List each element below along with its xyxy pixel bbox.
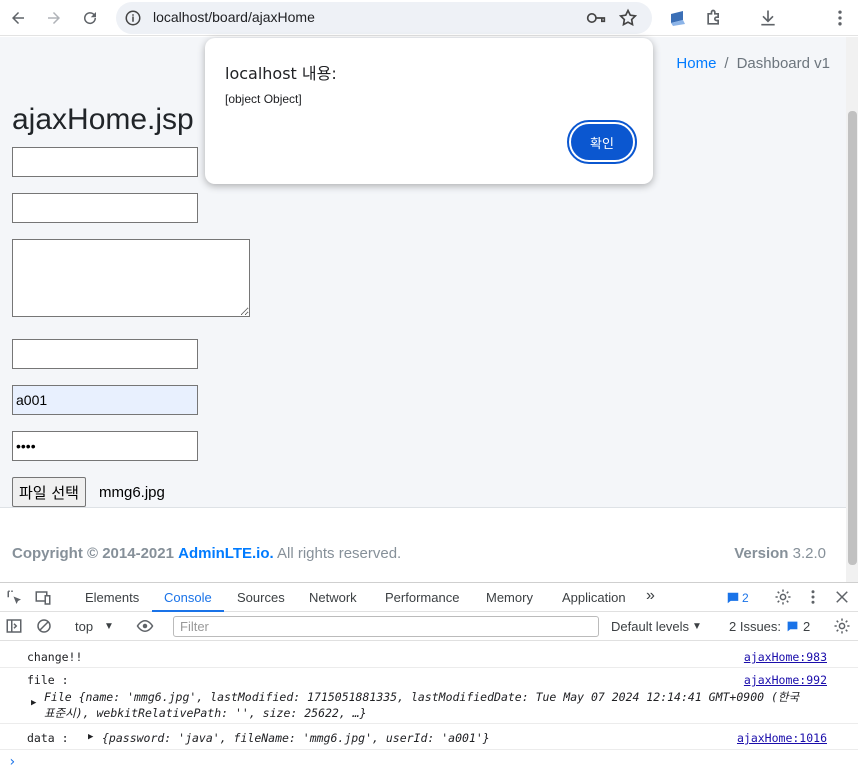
- back-arrow-icon[interactable]: [6, 6, 30, 30]
- text-field-4[interactable]: [12, 339, 198, 369]
- breadcrumb: Home / Dashboard v1: [676, 55, 830, 72]
- content-textarea[interactable]: [12, 239, 250, 317]
- console-prompt-icon[interactable]: ›: [8, 754, 16, 770]
- tab-memory[interactable]: Memory: [486, 590, 533, 605]
- extensions-puzzle-icon[interactable]: [704, 8, 724, 28]
- breadcrumb-current: Dashboard v1: [736, 55, 830, 72]
- levels-dropdown-icon[interactable]: ▼: [692, 621, 702, 632]
- rights-text: All rights reserved.: [277, 545, 402, 562]
- issues-label[interactable]: 2 Issues:: [729, 619, 781, 634]
- expand-caret-icon[interactable]: ▶: [88, 732, 93, 742]
- console-log-row: data : ▶ {password: 'java', fileName: 'm…: [0, 724, 858, 750]
- tab-application[interactable]: Application: [562, 590, 626, 605]
- issues-icon: [787, 621, 798, 632]
- context-selector[interactable]: top: [75, 619, 93, 634]
- reload-icon[interactable]: [78, 6, 102, 30]
- tab-performance[interactable]: Performance: [385, 590, 459, 605]
- more-tabs-chevron-icon[interactable]: »: [646, 587, 655, 605]
- scrollbar-thumb[interactable]: [848, 111, 857, 565]
- log-text: data :: [27, 731, 69, 745]
- tab-network[interactable]: Network: [309, 590, 357, 605]
- file-object-line1[interactable]: File {name: 'mmg6.jpg', lastModified: 17…: [44, 689, 799, 705]
- log-text: change!!: [27, 650, 83, 664]
- file-object-line2[interactable]: 표준시), webkitRelativePath: '', size: 2562…: [44, 705, 367, 721]
- console-filterbar: top ▼ Filter Default levels ▼ 2 Issues: …: [0, 612, 858, 641]
- file-select-button[interactable]: 파일 선택: [12, 477, 86, 507]
- page-scrollbar[interactable]: [846, 37, 858, 582]
- copyright-text: Copyright © 2014-2021: [12, 545, 174, 562]
- live-expression-eye-icon[interactable]: [135, 617, 155, 635]
- version-number: 3.2.0: [792, 545, 826, 562]
- text-field-2[interactable]: [12, 193, 198, 223]
- dialog-title: localhost 내용:: [225, 64, 337, 83]
- messages-icon[interactable]: [726, 591, 740, 605]
- site-info-icon[interactable]: [124, 9, 142, 27]
- dialog-ok-button[interactable]: 확인: [567, 120, 637, 164]
- sidebar-toggle-icon[interactable]: [5, 617, 23, 635]
- console-settings-gear-icon[interactable]: [833, 617, 851, 635]
- console-log-row: file : ajaxHome:992 ▶ File {name: 'mmg6.…: [0, 668, 858, 724]
- clear-console-icon[interactable]: [35, 617, 53, 635]
- console-log-row: change!! ajaxHome:983: [0, 641, 858, 668]
- selected-file-name: mmg6.jpg: [99, 484, 165, 501]
- alert-dialog: localhost 내용: [object Object] 확인: [205, 38, 653, 184]
- forward-arrow-icon[interactable]: [42, 6, 66, 30]
- issues-count: 2: [803, 619, 811, 634]
- log-source-link[interactable]: ajaxHome:992: [744, 673, 827, 687]
- password-key-icon[interactable]: [586, 9, 606, 27]
- context-dropdown-icon[interactable]: ▼: [104, 621, 114, 632]
- messages-count: 2: [742, 591, 749, 605]
- breadcrumb-home-link[interactable]: Home: [676, 55, 716, 72]
- devtools-tabbar: Elements Console Sources Network Perform…: [0, 582, 858, 612]
- version-info: Version 3.2.0: [734, 545, 826, 562]
- console-filter-input[interactable]: Filter: [173, 616, 599, 637]
- adminlte-link[interactable]: AdminLTE.io.: [178, 545, 274, 562]
- dialog-message: [object Object]: [225, 92, 302, 106]
- version-label: Version: [734, 545, 789, 562]
- page-title: ajaxHome.jsp: [12, 103, 194, 136]
- footer: Copyright © 2014-2021 AdminLTE.io. All r…: [0, 507, 846, 582]
- extension-icon[interactable]: [668, 8, 688, 28]
- browser-toolbar: localhost/board/ajaxHome: [0, 0, 858, 36]
- download-icon[interactable]: [758, 8, 778, 28]
- menu-kebab-icon[interactable]: [830, 8, 850, 28]
- password-field[interactable]: [12, 431, 198, 461]
- url-text: localhost/board/ajaxHome: [153, 9, 315, 25]
- log-source-link[interactable]: ajaxHome:983: [744, 650, 827, 664]
- inspect-element-icon[interactable]: [6, 589, 24, 607]
- bookmark-star-icon[interactable]: [618, 8, 638, 28]
- user-id-field[interactable]: [12, 385, 198, 415]
- tab-console[interactable]: Console: [164, 590, 212, 605]
- expand-caret-icon[interactable]: ▶: [31, 698, 36, 708]
- devtools-kebab-icon[interactable]: [804, 588, 822, 606]
- close-devtools-icon[interactable]: [833, 588, 851, 606]
- log-source-link[interactable]: ajaxHome:1016: [737, 731, 827, 745]
- device-toolbar-icon[interactable]: [34, 589, 52, 607]
- breadcrumb-separator: /: [724, 55, 729, 72]
- settings-gear-icon[interactable]: [774, 588, 792, 606]
- text-field-1[interactable]: [12, 147, 198, 177]
- data-object[interactable]: {password: 'java', fileName: 'mmg6.jpg',…: [102, 731, 490, 745]
- log-text: file :: [27, 673, 69, 687]
- tab-elements[interactable]: Elements: [85, 590, 139, 605]
- copyright: Copyright © 2014-2021 AdminLTE.io. All r…: [12, 545, 401, 562]
- log-levels-selector[interactable]: Default levels: [611, 619, 689, 634]
- tab-sources[interactable]: Sources: [237, 590, 285, 605]
- console-output: change!! ajaxHome:983 file : ajaxHome:99…: [0, 641, 858, 778]
- address-bar[interactable]: localhost/board/ajaxHome: [116, 2, 652, 34]
